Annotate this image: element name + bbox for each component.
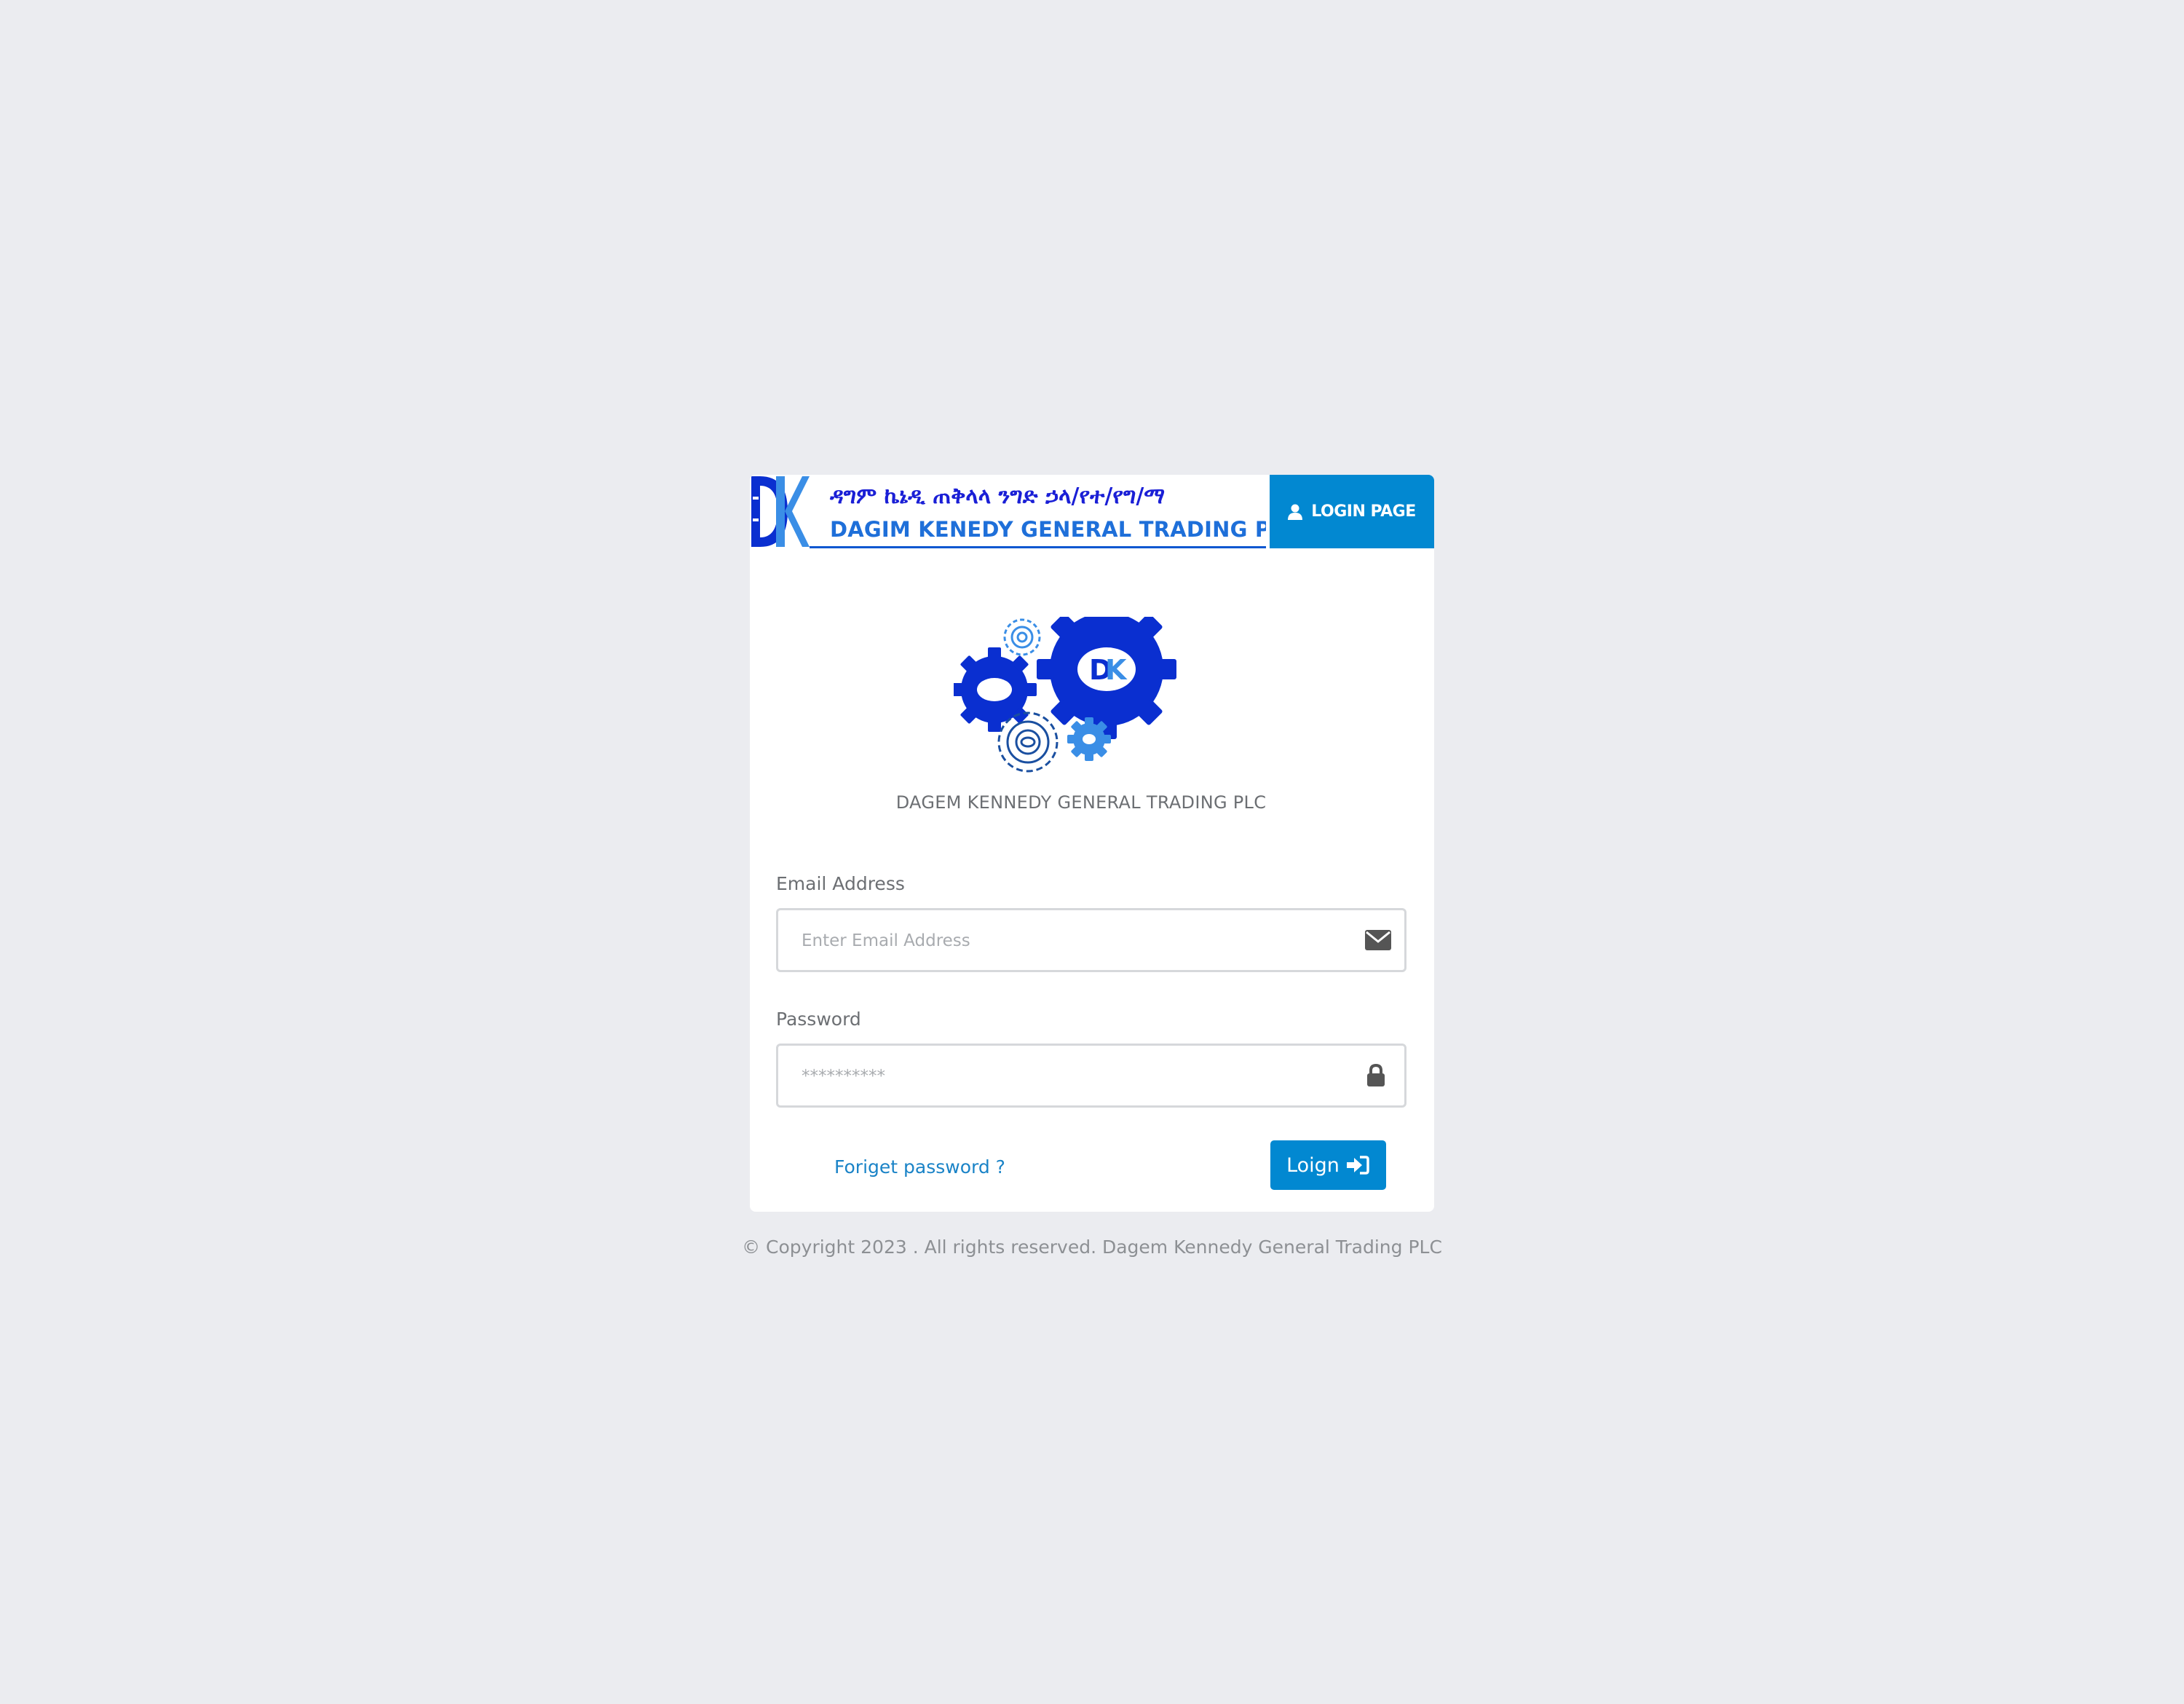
- company-banner: ዳግም ኬኔዲ ጠቅላላ ንግድ ኃላ/የተ/የግ/ማ DAGIM KENEDY…: [750, 475, 1266, 548]
- email-field[interactable]: [800, 910, 1342, 971]
- banner-amharic-text: ዳግም ኬኔዲ ጠቅላላ ንግድ ኃላ/የተ/የግ/ማ: [830, 484, 1166, 509]
- banner-english-text: DAGIM KENEDY GENERAL TRADING PLC: [830, 517, 1266, 542]
- email-label: Email Address: [776, 873, 905, 894]
- password-field-wrapper: [776, 1044, 1406, 1108]
- card-header: ዳግም ኬኔዲ ጠቅላላ ንግድ ኃላ/የተ/የግ/ማ DAGIM KENEDY…: [750, 475, 1434, 548]
- login-button-label: Loign: [1286, 1153, 1340, 1177]
- login-tab-label: LOGIN PAGE: [1311, 502, 1416, 521]
- banner-underline: [810, 546, 1266, 548]
- footer-copyright: © Copyright 2023 . All rights reserved. …: [742, 1236, 1442, 1258]
- envelope-icon: [1365, 930, 1391, 950]
- tab-login-page[interactable]: LOGIN PAGE: [1270, 475, 1434, 548]
- login-button[interactable]: Loign: [1270, 1140, 1386, 1190]
- lock-icon: [1366, 1064, 1385, 1087]
- user-icon: [1288, 504, 1303, 520]
- email-field-wrapper: [776, 908, 1406, 972]
- company-name: DAGEM KENNEDY GENERAL TRADING PLC: [895, 792, 1267, 813]
- gears-dk-logo-icon: D K: [952, 599, 1187, 777]
- password-label: Password: [776, 1009, 861, 1030]
- dk-logo-icon: [750, 475, 810, 548]
- sign-in-icon: [1346, 1156, 1369, 1175]
- login-card: ዳግም ኬኔዲ ጠቅላላ ንግድ ኃላ/የተ/የግ/ማ DAGIM KENEDY…: [750, 475, 1434, 1212]
- svg-text:K: K: [1105, 654, 1128, 686]
- password-field[interactable]: [800, 1046, 1342, 1107]
- forgot-password-link[interactable]: Foriget password ?: [834, 1156, 1005, 1178]
